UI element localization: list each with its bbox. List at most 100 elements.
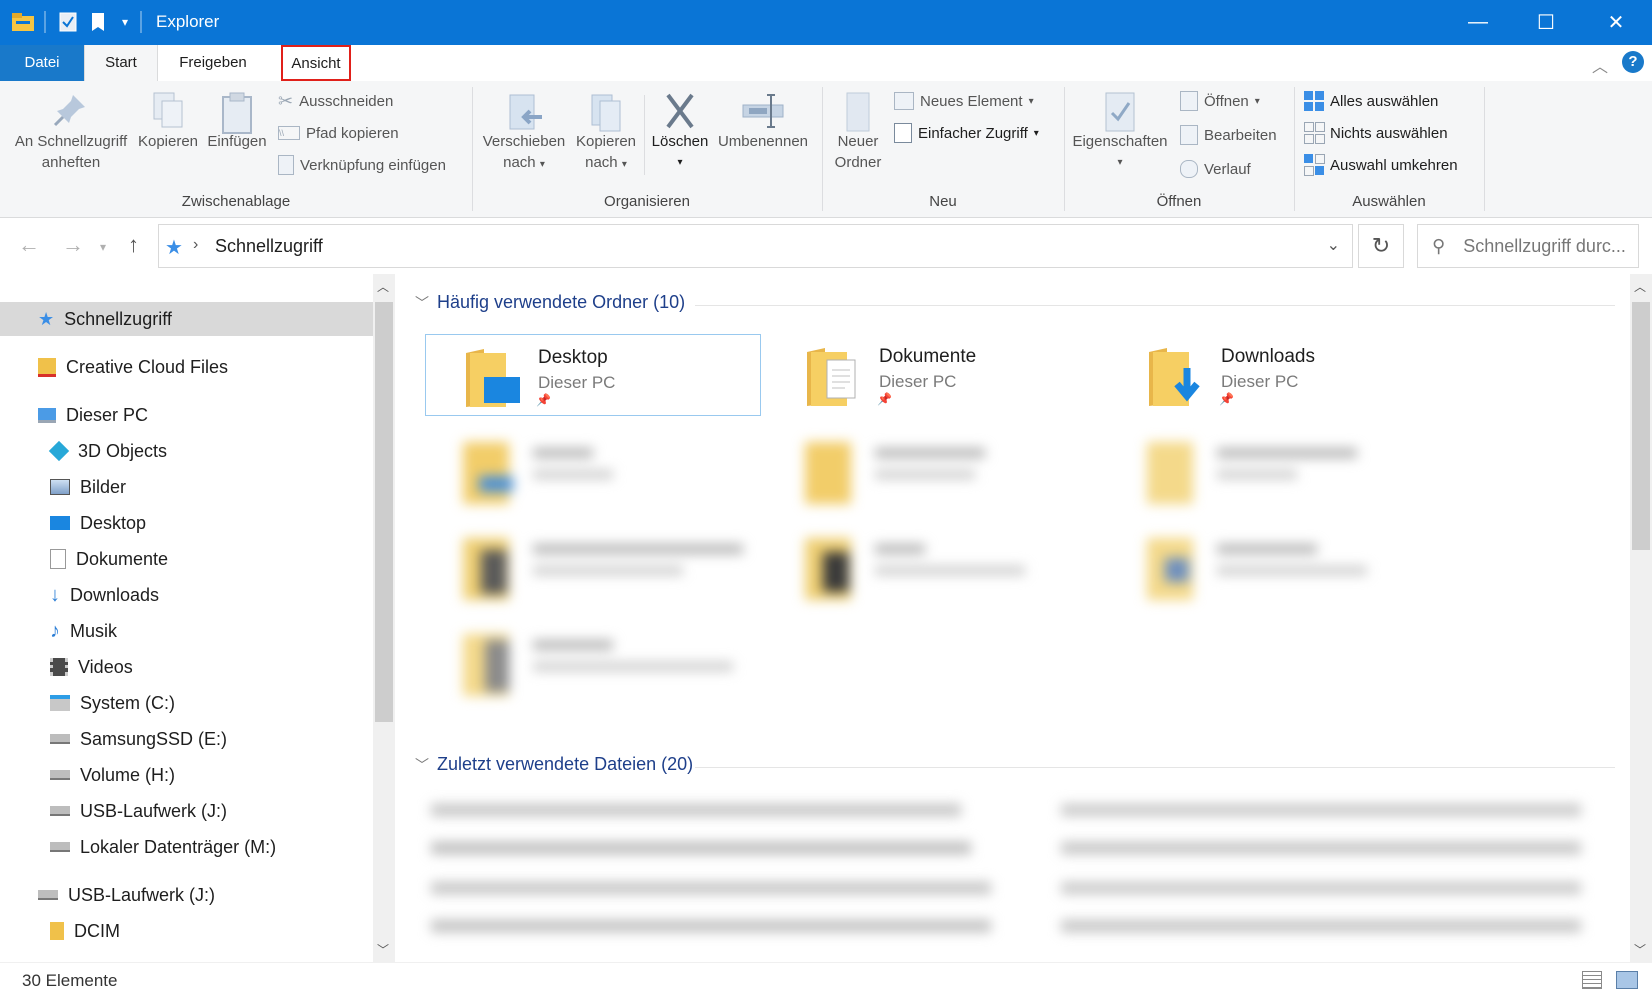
nav-item-volume-h[interactable]: Volume (H:) xyxy=(50,758,175,792)
back-arrow-icon[interactable]: ← xyxy=(18,232,40,258)
new-item-button[interactable]: Neues Element ▾ xyxy=(894,89,1034,113)
address-bar[interactable]: ★ › Schnellzugriff ⌄ xyxy=(158,224,1353,268)
select-all-button[interactable]: Alles auswählen xyxy=(1304,89,1438,113)
nav-item-bilder[interactable]: Bilder xyxy=(50,470,126,504)
blurred-recent-file-row[interactable] xyxy=(431,920,991,932)
paste-shortcut-button[interactable]: Verknüpfung einfügen xyxy=(278,153,446,177)
edit-button[interactable]: Bearbeiten xyxy=(1180,123,1277,147)
scroll-down-icon[interactable]: ﹀ xyxy=(1634,941,1646,958)
blurred-folder-tile[interactable] xyxy=(463,634,763,704)
tab-datei[interactable]: Datei xyxy=(0,45,84,81)
blurred-folder-tile[interactable] xyxy=(463,442,673,512)
new-item-icon xyxy=(894,92,914,110)
blurred-recent-file-row[interactable] xyxy=(431,882,991,894)
pin-quick-access-button[interactable]: An Schnellzugriff anheften xyxy=(8,91,134,173)
address-dropdown-icon[interactable]: ⌄ xyxy=(1327,235,1340,255)
copy-to-button[interactable]: Kopieren nach ▾ xyxy=(570,91,642,175)
forward-arrow-icon[interactable]: → xyxy=(62,232,84,258)
invert-selection-button[interactable]: Auswahl umkehren xyxy=(1304,153,1458,177)
select-all-icon xyxy=(1304,91,1324,111)
cut-button[interactable]: ✂ Ausschneiden xyxy=(278,89,393,113)
properties-quick-icon[interactable] xyxy=(56,10,80,34)
nav-item-usb-j[interactable]: USB-Laufwerk (J:) xyxy=(50,794,227,828)
blurred-recent-file-row[interactable] xyxy=(1061,882,1581,894)
tab-ansicht[interactable]: Ansicht xyxy=(281,45,351,81)
scroll-down-icon[interactable]: ﹀ xyxy=(377,941,389,958)
nav-scrollbar-thumb[interactable] xyxy=(375,302,393,722)
nav-item-dokumente[interactable]: Dokumente xyxy=(50,542,168,576)
nav-item-3d-objects[interactable]: 3D Objects xyxy=(48,434,167,468)
nav-item-usb-j-root[interactable]: USB-Laufwerk (J:) xyxy=(38,878,215,912)
collapse-ribbon-icon[interactable]: ︿ xyxy=(1592,53,1608,77)
refresh-button[interactable]: ↻ xyxy=(1358,224,1404,268)
nav-scrollbar[interactable]: ︿ ﹀ xyxy=(373,274,395,962)
blurred-folder-tile[interactable] xyxy=(463,538,763,608)
open-label: Öffnen xyxy=(1204,92,1249,110)
select-none-button[interactable]: Nichts auswählen xyxy=(1304,121,1448,145)
open-button[interactable]: Öffnen ▾ xyxy=(1180,89,1260,113)
blurred-recent-file-row[interactable] xyxy=(1061,842,1581,854)
history-button[interactable]: Verlauf xyxy=(1180,157,1251,181)
nav-item-creative-cloud[interactable]: Creative Cloud Files xyxy=(38,350,228,384)
nav-item-downloads[interactable]: ↓ Downloads xyxy=(50,578,159,612)
pin-icon: 📌 xyxy=(1219,392,1234,406)
recent-locations-icon[interactable]: ▾ xyxy=(100,240,106,254)
move-to-button[interactable]: Verschieben nach ▾ xyxy=(478,91,570,175)
blurred-folder-tile[interactable] xyxy=(805,538,1045,608)
nav-item-lokaler-datentraeger-m[interactable]: Lokaler Datenträger (M:) xyxy=(50,830,276,864)
content-scrollbar-thumb[interactable] xyxy=(1632,302,1650,550)
breadcrumb-chevron-icon[interactable]: › xyxy=(193,236,198,254)
nav-item-schnellzugriff[interactable]: ★ Schnellzugriff xyxy=(0,302,373,336)
nav-item-videos[interactable]: Videos xyxy=(50,650,133,684)
nav-item-musik[interactable]: ♪ Musik xyxy=(50,614,117,648)
easy-access-button[interactable]: Einfacher Zugriff ▾ xyxy=(894,121,1039,145)
folder-tile-dokumente[interactable]: Dokumente Dieser PC 📌 xyxy=(767,334,1103,416)
minimize-button[interactable]: — xyxy=(1444,0,1512,45)
blurred-recent-file-row[interactable] xyxy=(431,842,971,854)
folder-tile-downloads[interactable]: Downloads Dieser PC 📌 xyxy=(1109,334,1445,416)
customize-quick-access-icon[interactable]: ▾ xyxy=(116,10,134,34)
blurred-recent-file-row[interactable] xyxy=(1061,920,1581,932)
scroll-up-icon[interactable]: ︿ xyxy=(377,278,389,295)
search-input[interactable]: Schnellzugriff durc... xyxy=(1463,236,1626,257)
new-folder-quick-icon[interactable] xyxy=(86,10,110,34)
blurred-folder-tile[interactable] xyxy=(1147,538,1387,608)
copy-path-label: Pfad kopieren xyxy=(306,124,399,142)
maximize-button[interactable]: ☐ xyxy=(1512,0,1580,45)
blurred-folder-tile[interactable] xyxy=(1147,442,1377,512)
paste-button[interactable]: Einfügen xyxy=(204,91,270,152)
new-folder-button[interactable]: Neuer Ordner xyxy=(826,91,890,173)
content-scrollbar[interactable]: ︿ ﹀ xyxy=(1630,274,1652,962)
blurred-folder-tile[interactable] xyxy=(805,442,1015,512)
large-icons-view-icon[interactable] xyxy=(1616,971,1638,989)
blurred-recent-file-row[interactable] xyxy=(1061,804,1581,816)
folder-tile-desktop[interactable]: Desktop Dieser PC 📌 xyxy=(425,334,761,416)
nav-item-dieser-pc[interactable]: Dieser PC xyxy=(38,398,148,432)
nav-item-dcim[interactable]: DCIM xyxy=(50,914,120,948)
nav-item-system-c[interactable]: System (C:) xyxy=(50,686,175,720)
dropdown-arrow-icon: ▾ xyxy=(621,159,627,170)
group-label-auswaehlen: Auswählen xyxy=(1352,193,1426,210)
up-arrow-icon[interactable]: ↑ xyxy=(128,232,139,258)
copy-path-button[interactable]: \\ Pfad kopieren xyxy=(278,121,399,145)
blurred-recent-file-row[interactable] xyxy=(431,804,961,816)
close-button[interactable]: ✕ xyxy=(1582,0,1650,45)
copy-button[interactable]: Kopieren xyxy=(136,91,200,152)
nav-item-samsungssd-e[interactable]: SamsungSSD (E:) xyxy=(50,722,227,756)
search-box[interactable]: ⚲ Schnellzugriff durc... xyxy=(1417,224,1639,268)
rename-button[interactable]: Umbenennen xyxy=(714,91,812,152)
download-arrow-icon: ↓ xyxy=(50,583,60,606)
scroll-up-icon[interactable]: ︿ xyxy=(1634,278,1646,295)
help-icon[interactable]: ? xyxy=(1622,51,1644,73)
details-view-icon[interactable] xyxy=(1582,971,1602,989)
tab-freigeben[interactable]: Freigeben xyxy=(160,45,266,81)
delete-button[interactable]: Löschen ▾ xyxy=(646,91,714,173)
recent-files-header[interactable]: ﹀ Zuletzt verwendete Dateien (20) xyxy=(415,754,693,775)
nav-item-desktop[interactable]: Desktop xyxy=(50,506,146,540)
desktop-folder-icon xyxy=(464,347,524,414)
properties-button[interactable]: Eigenschaften ▾ xyxy=(1068,91,1172,173)
frequent-folders-header[interactable]: ﹀ Häufig verwendete Ordner (10) xyxy=(415,292,685,313)
delete-label: Löschen xyxy=(651,133,709,150)
breadcrumb-path[interactable]: Schnellzugriff xyxy=(215,236,323,257)
tab-start[interactable]: Start xyxy=(84,45,158,82)
